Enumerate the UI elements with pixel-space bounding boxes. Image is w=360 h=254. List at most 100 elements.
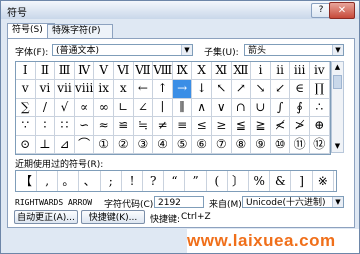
symbol-cell[interactable]: ∏ [310,80,330,99]
symbol-cell[interactable]: ∪ [251,98,271,118]
recent-symbol-cell[interactable]: ( [207,171,228,191]
symbol-cell[interactable]: ∮ [290,98,310,118]
recent-symbol-cell[interactable]: 〕 [228,171,249,191]
symbol-cell[interactable]: Ⅲ [55,62,75,81]
symbol-cell[interactable]: ⅸ [94,80,114,99]
symbol-cell[interactable]: ≦ [231,117,252,136]
symbol-cell[interactable]: ③ [133,135,154,154]
recent-symbol-cell[interactable]: ] [292,171,313,191]
symbol-cell[interactable]: ⅹ [114,80,134,99]
symbol-cell[interactable]: ⑧ [231,135,252,154]
symbol-cell[interactable]: Ⅸ [172,62,193,81]
symbol-cell[interactable]: ≠ [153,117,173,136]
symbol-cell[interactable]: ⅳ [310,62,330,81]
symbol-cell[interactable]: ≮ [270,117,291,136]
symbol-cell[interactable]: ∈ [290,80,310,99]
symbol-cell[interactable]: ≈ [94,117,114,136]
chevron-down-icon[interactable]: ▼ [181,45,192,55]
recent-symbol-cell[interactable]: % [249,171,271,191]
symbol-cell[interactable]: Ⅺ [212,62,232,81]
symbol-cell[interactable]: ⅶ [55,80,75,99]
symbol-cell[interactable]: ∠ [133,98,154,118]
scroll-up-icon[interactable]: ▲ [332,62,343,73]
symbol-cell[interactable]: ≥ [212,117,232,136]
symbol-cell[interactable]: ⑨ [251,135,271,154]
symbol-cell[interactable]: ⑥ [192,135,212,154]
symbol-cell[interactable]: ∽ [74,117,95,136]
symbol-cell[interactable]: ④ [153,135,173,154]
symbol-cell[interactable]: ∩ [231,98,252,118]
symbol-cell[interactable]: Ⅹ [192,62,212,81]
symbol-cell[interactable]: ∝ [74,98,95,118]
symbol-cell[interactable]: ⊙ [16,135,36,154]
chevron-down-icon[interactable]: ▼ [332,45,343,55]
symbol-cell[interactable]: ∣ [153,98,173,118]
symbol-cell[interactable]: ⅱ [270,62,291,81]
symbol-cell[interactable]: ∴ [310,98,330,118]
symbol-cell[interactable]: ⑦ [212,135,232,154]
symbol-cell[interactable]: ≯ [290,117,310,136]
symbol-cell[interactable]: ∷ [55,117,75,136]
symbol-cell[interactable]: ⑤ [172,135,193,154]
symbol-cell[interactable]: Ⅰ [16,62,36,81]
char-code-input[interactable]: 2192 [154,196,204,208]
tab-special-characters[interactable]: 特殊字符(P) [47,24,113,38]
subset-select[interactable]: 箭头 ▼ [244,44,344,56]
symbol-cell[interactable]: ≡ [172,117,193,136]
font-select[interactable]: (普通文本) ▼ [52,44,193,56]
symbol-cell[interactable]: ⊕ [310,117,330,136]
symbol-cell[interactable]: Ⅶ [133,62,154,81]
symbol-cell[interactable]: ≧ [251,117,271,136]
symbol-cell[interactable]: → [172,80,193,99]
symbol-cell[interactable]: Ⅷ [153,62,173,81]
symbol-cell[interactable]: ∑ [16,98,36,118]
symbol-cell[interactable]: ⑫ [310,135,330,154]
symbol-cell[interactable]: / [35,98,56,118]
symbol-cell[interactable]: ⅷ [74,80,95,99]
scroll-thumb[interactable] [333,75,342,89]
recent-symbol-cell[interactable]: 。 [58,171,80,191]
symbol-cell[interactable]: ⌒ [74,135,95,154]
symbol-cell[interactable]: ⊥ [35,135,56,154]
recent-symbol-cell[interactable]: & [270,171,292,191]
symbol-cell[interactable]: ↙ [270,80,291,99]
symbol-cell[interactable]: ↓ [192,80,212,99]
symbol-cell[interactable]: Ⅻ [231,62,252,81]
symbol-cell[interactable]: ⑪ [290,135,310,154]
symbol-cell[interactable]: Ⅴ [94,62,114,81]
recent-symbol-cell[interactable]: ” [186,171,207,191]
symbol-cell[interactable]: Ⅱ [35,62,56,81]
recent-symbol-cell[interactable]: , [37,171,59,191]
symbol-cell[interactable]: ∶ [35,117,56,136]
symbol-cell[interactable]: ↘ [251,80,271,99]
symbol-grid-scrollbar[interactable]: ▲ ▼ [331,61,344,153]
symbol-cell[interactable]: ∫ [270,98,291,118]
chevron-down-icon[interactable]: ▼ [332,197,343,207]
symbol-cell[interactable]: ↗ [231,80,252,99]
symbol-cell[interactable]: Ⅵ [114,62,134,81]
symbol-cell[interactable]: ← [133,80,154,99]
symbol-cell[interactable]: ⑩ [270,135,291,154]
recent-symbol-cell[interactable]: “ [164,171,186,191]
recent-symbol-cell[interactable]: 、 [80,171,101,191]
symbol-cell[interactable]: ∥ [172,98,193,118]
symbol-cell[interactable]: ① [94,135,114,154]
symbol-cell[interactable]: ≌ [114,117,134,136]
symbol-cell[interactable]: ∧ [192,98,212,118]
symbol-cell[interactable]: ⅲ [290,62,310,81]
close-button[interactable]: ✕ [329,2,355,19]
recent-symbol-cell[interactable]: ! [122,171,143,191]
symbol-cell[interactable]: ② [114,135,134,154]
symbol-cell[interactable]: ∵ [16,117,36,136]
autocorrect-button[interactable]: 自动更正(A)... [14,210,78,224]
recent-symbol-cell[interactable]: ? [143,171,165,191]
symbol-cell[interactable]: ⅵ [35,80,56,99]
symbol-cell[interactable]: ↖ [212,80,232,99]
symbol-cell[interactable]: ↑ [153,80,173,99]
symbol-cell[interactable]: ≤ [192,117,212,136]
symbol-cell[interactable]: ⊿ [55,135,75,154]
symbol-cell[interactable]: ⅴ [16,80,36,99]
shortcut-key-button[interactable]: 快捷键(K)... [81,210,145,224]
symbol-cell[interactable]: ≒ [133,117,154,136]
help-button[interactable]: ? [311,3,331,18]
